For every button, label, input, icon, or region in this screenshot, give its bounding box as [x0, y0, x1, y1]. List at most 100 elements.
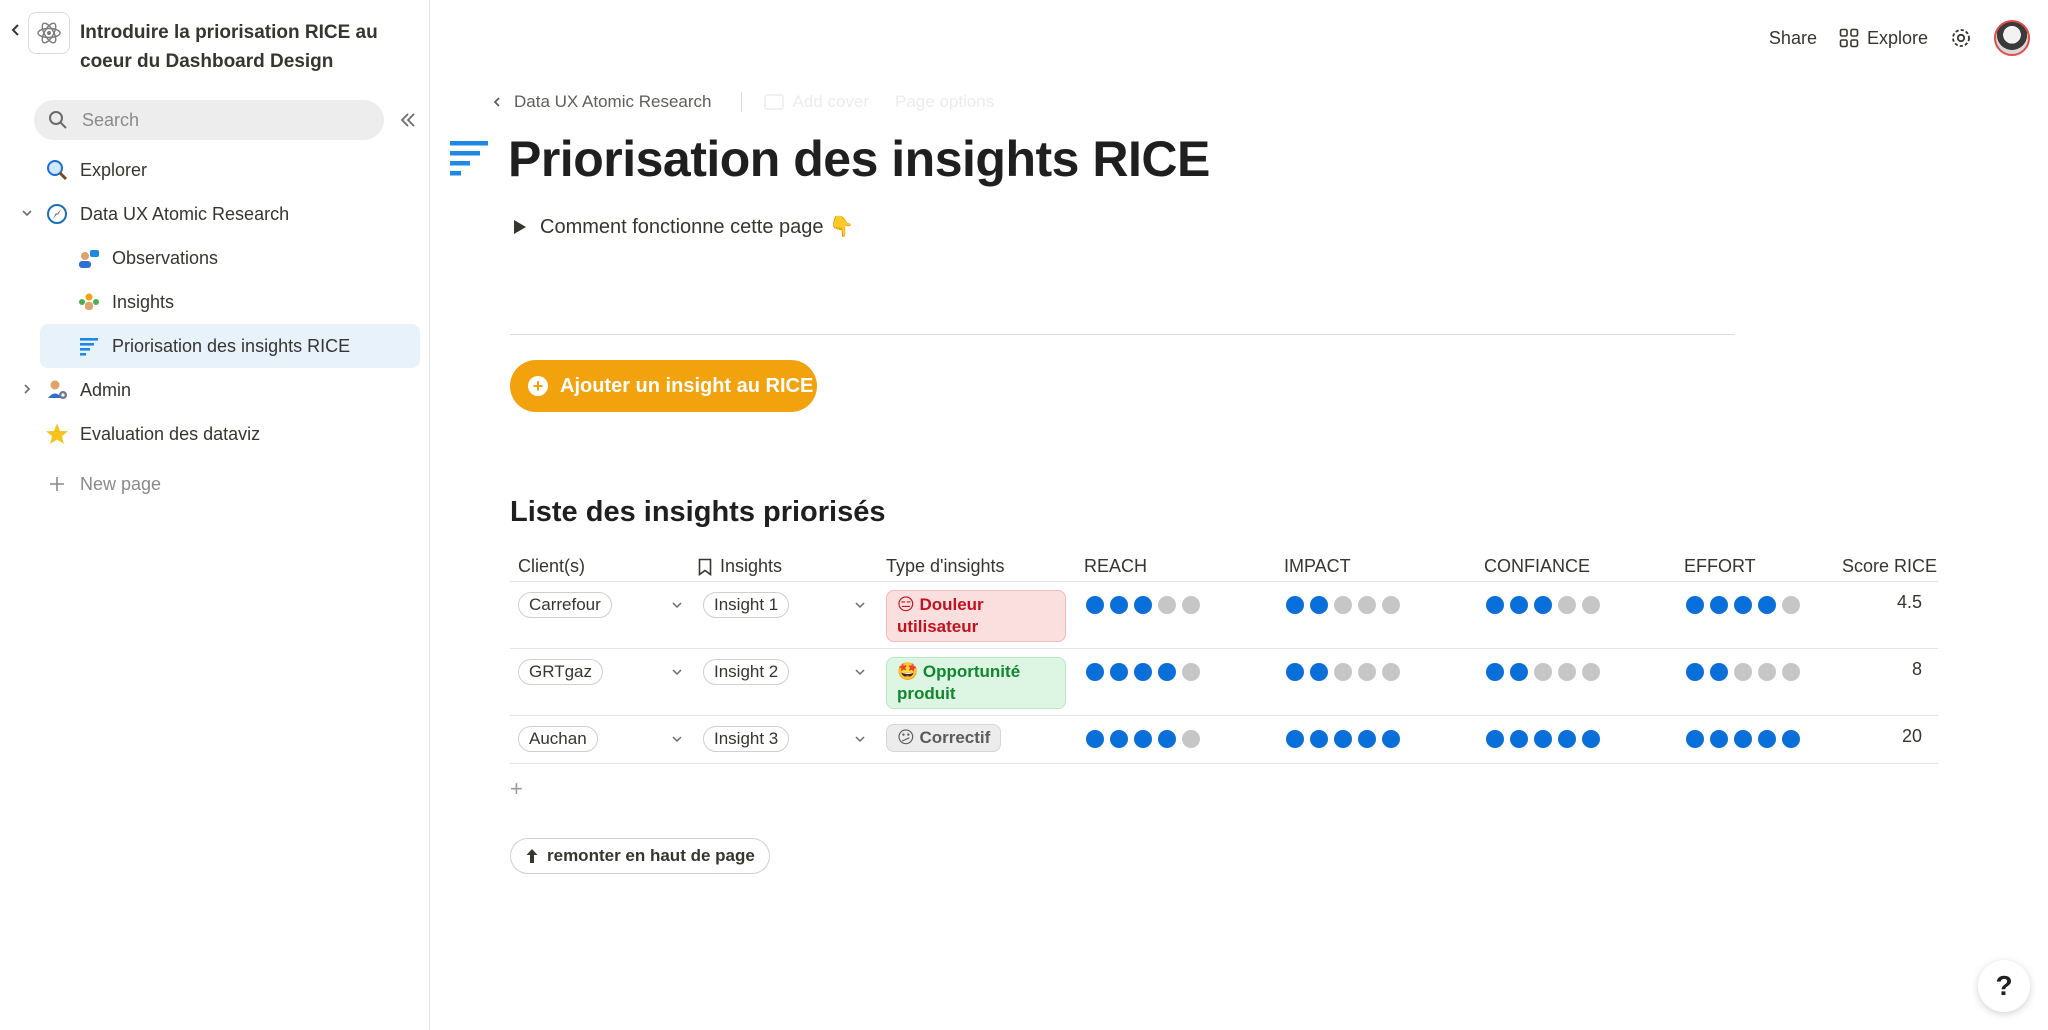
reach-rating[interactable] [1086, 663, 1200, 681]
sidebar-item-data-ux[interactable]: Data UX Atomic Research [22, 192, 420, 236]
effort-rating[interactable] [1686, 730, 1800, 748]
effort-rating[interactable] [1686, 596, 1800, 614]
rating-dot-filled[interactable] [1286, 596, 1304, 614]
collapse-sidebar-icon[interactable] [396, 108, 420, 132]
table-row[interactable]: GRTgaz Insight 2 🤩 Opportunité produit 8 [510, 649, 1938, 716]
sidebar-item-admin[interactable]: Admin [24, 368, 420, 412]
rating-dot-filled[interactable] [1686, 596, 1704, 614]
rating-dot-empty[interactable] [1158, 596, 1176, 614]
rating-dot-filled[interactable] [1534, 596, 1552, 614]
rating-dot-filled[interactable] [1686, 730, 1704, 748]
rating-dot-empty[interactable] [1334, 663, 1352, 681]
rating-dot-filled[interactable] [1558, 730, 1576, 748]
rating-dot-empty[interactable] [1558, 663, 1576, 681]
impact-rating[interactable] [1286, 663, 1400, 681]
gear-icon[interactable] [1950, 27, 1972, 49]
rating-dot-empty[interactable] [1782, 663, 1800, 681]
rating-dot-empty[interactable] [1382, 663, 1400, 681]
rating-dot-empty[interactable] [1182, 596, 1200, 614]
rating-dot-filled[interactable] [1710, 663, 1728, 681]
chevron-down-icon[interactable] [20, 206, 34, 220]
rating-dot-filled[interactable] [1582, 730, 1600, 748]
rating-dot-empty[interactable] [1582, 596, 1600, 614]
insight-type-tag[interactable]: 🤩 Opportunité produit [886, 657, 1066, 709]
rating-dot-filled[interactable] [1510, 596, 1528, 614]
sidebar-item-explorer[interactable]: Explorer [40, 148, 420, 192]
client-select[interactable]: Carrefour [518, 592, 612, 618]
client-select[interactable]: GRTgaz [518, 659, 603, 685]
chevron-right-icon[interactable] [20, 382, 34, 396]
rating-dot-filled[interactable] [1086, 596, 1104, 614]
rating-dot-empty[interactable] [1534, 663, 1552, 681]
insight-type-tag[interactable]: 😕 Correctif [886, 724, 1002, 752]
effort-rating[interactable] [1686, 663, 1800, 681]
rating-dot-empty[interactable] [1558, 596, 1576, 614]
chevron-down-icon[interactable] [853, 732, 867, 746]
impact-rating[interactable] [1286, 730, 1400, 748]
rating-dot-filled[interactable] [1110, 596, 1128, 614]
column-header-type[interactable]: Type d'insights [886, 556, 1005, 577]
rating-dot-filled[interactable] [1158, 663, 1176, 681]
rating-dot-filled[interactable] [1334, 730, 1352, 748]
share-button[interactable]: Share [1769, 28, 1817, 49]
sidebar-item-insights[interactable]: Insights [40, 280, 420, 324]
rating-dot-filled[interactable] [1310, 730, 1328, 748]
rating-dot-filled[interactable] [1110, 730, 1128, 748]
column-header-effort[interactable]: EFFORT [1684, 556, 1756, 577]
breadcrumb-parent[interactable]: Data UX Atomic Research [514, 92, 711, 112]
page-options-button[interactable]: Page options [895, 92, 994, 112]
explore-button[interactable]: Explore [1839, 28, 1928, 49]
page-title[interactable]: Priorisation des insights RICE [508, 130, 1210, 188]
chevron-left-icon[interactable] [490, 95, 504, 109]
rating-dot-empty[interactable] [1358, 663, 1376, 681]
rating-dot-filled[interactable] [1286, 663, 1304, 681]
confiance-rating[interactable] [1486, 663, 1600, 681]
rating-dot-filled[interactable] [1734, 730, 1752, 748]
rating-dot-filled[interactable] [1086, 730, 1104, 748]
insight-select[interactable]: Insight 3 [703, 726, 790, 752]
confiance-rating[interactable] [1486, 730, 1600, 748]
table-row[interactable]: Auchan Insight 3 😕 Correctif 20 [510, 716, 1938, 764]
rating-dot-empty[interactable] [1382, 596, 1400, 614]
rating-dot-filled[interactable] [1134, 663, 1152, 681]
rating-dot-filled[interactable] [1758, 596, 1776, 614]
rating-dot-filled[interactable] [1134, 730, 1152, 748]
column-header-confiance[interactable]: CONFIANCE [1484, 556, 1590, 577]
rating-dot-filled[interactable] [1110, 663, 1128, 681]
reach-rating[interactable] [1086, 730, 1200, 748]
impact-rating[interactable] [1286, 596, 1400, 614]
rating-dot-filled[interactable] [1534, 730, 1552, 748]
client-select[interactable]: Auchan [518, 726, 598, 752]
rating-dot-empty[interactable] [1334, 596, 1352, 614]
chevron-down-icon[interactable] [853, 598, 867, 612]
help-button[interactable]: ? [1978, 960, 2030, 1012]
rating-dot-empty[interactable] [1182, 730, 1200, 748]
rating-dot-empty[interactable] [1182, 663, 1200, 681]
reach-rating[interactable] [1086, 596, 1200, 614]
rating-dot-filled[interactable] [1710, 596, 1728, 614]
triangle-right-icon[interactable] [514, 219, 526, 234]
add-row-button[interactable]: + [510, 776, 523, 802]
rating-dot-filled[interactable] [1510, 663, 1528, 681]
rating-dot-filled[interactable] [1310, 596, 1328, 614]
table-row[interactable]: Carrefour Insight 1 😑 Douleur utilisateu… [510, 582, 1938, 649]
rating-dot-empty[interactable] [1358, 596, 1376, 614]
add-cover-button[interactable]: Add cover [764, 92, 869, 112]
rating-dot-filled[interactable] [1486, 663, 1504, 681]
rating-dot-filled[interactable] [1782, 730, 1800, 748]
rating-dot-filled[interactable] [1510, 730, 1528, 748]
rating-dot-empty[interactable] [1782, 596, 1800, 614]
new-page-button[interactable]: New page [40, 462, 420, 506]
confiance-rating[interactable] [1486, 596, 1600, 614]
chevron-down-icon[interactable] [670, 732, 684, 746]
workspace-logo[interactable] [28, 12, 70, 54]
insight-type-tag[interactable]: 😑 Douleur utilisateur [886, 590, 1066, 642]
column-header-reach[interactable]: REACH [1084, 556, 1147, 577]
insight-select[interactable]: Insight 2 [703, 659, 790, 685]
add-insight-button[interactable]: + Ajouter un insight au RICE [510, 360, 817, 412]
insight-select[interactable]: Insight 1 [703, 592, 790, 618]
column-header-insights[interactable]: Insights [698, 556, 782, 577]
rating-dot-filled[interactable] [1158, 730, 1176, 748]
rating-dot-filled[interactable] [1710, 730, 1728, 748]
sidebar-item-observations[interactable]: Observations [40, 236, 420, 280]
